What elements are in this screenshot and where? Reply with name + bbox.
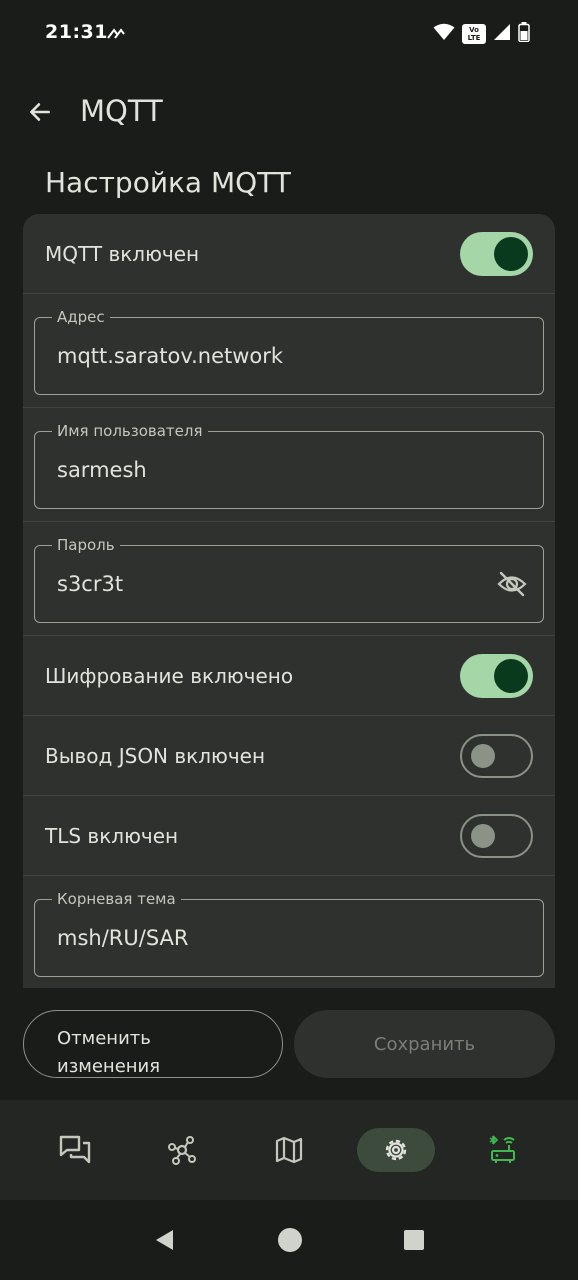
system-home-icon[interactable] bbox=[277, 1227, 303, 1253]
cancel-button[interactable]: Отменить изменения bbox=[23, 1010, 283, 1078]
messages-icon bbox=[60, 1135, 91, 1164]
mqtt-enabled-switch[interactable] bbox=[460, 231, 533, 276]
tls-switch[interactable] bbox=[460, 813, 533, 858]
visibility-off-icon[interactable] bbox=[497, 570, 527, 602]
root-topic-label: Корневая тема bbox=[52, 890, 181, 908]
settings-card: MQTT включен Адрес mqtt.saratov.network … bbox=[23, 214, 555, 988]
json-output-switch[interactable] bbox=[460, 733, 533, 778]
back-button[interactable] bbox=[20, 92, 60, 132]
root-topic-row: Корневая тема msh/RU/SAR bbox=[23, 876, 555, 988]
connection-icon bbox=[489, 1135, 515, 1163]
encryption-switch[interactable] bbox=[460, 653, 533, 698]
username-label: Имя пользователя bbox=[52, 422, 208, 440]
battery-icon bbox=[518, 22, 530, 46]
app-bar: MQTT bbox=[0, 80, 578, 144]
save-button-label: Сохранить bbox=[373, 1033, 476, 1055]
nav-connection[interactable] bbox=[464, 1128, 542, 1172]
tls-row[interactable]: TLS включен bbox=[23, 796, 555, 876]
username-value[interactable]: sarmesh bbox=[57, 458, 147, 482]
address-row: Адрес mqtt.saratov.network bbox=[23, 294, 555, 408]
save-button[interactable]: Сохранить bbox=[294, 1010, 555, 1078]
password-label: Пароль bbox=[52, 536, 120, 554]
arrow-back-icon bbox=[30, 103, 50, 121]
username-row: Имя пользователя sarmesh bbox=[23, 408, 555, 522]
status-bar: 21:31 Vo LTE bbox=[0, 0, 578, 66]
system-recents-icon[interactable] bbox=[403, 1229, 425, 1251]
nav-settings[interactable] bbox=[356, 1128, 435, 1172]
password-row: Пароль s3cr3t bbox=[23, 522, 555, 636]
nodes-icon bbox=[168, 1136, 197, 1165]
map-icon bbox=[275, 1136, 303, 1164]
nav-map[interactable] bbox=[250, 1128, 328, 1172]
password-field[interactable]: Пароль s3cr3t bbox=[34, 536, 544, 623]
password-value[interactable]: s3cr3t bbox=[57, 572, 123, 596]
signal-arrows-icon bbox=[106, 25, 126, 44]
cell-signal-icon bbox=[493, 23, 511, 45]
settings-icon bbox=[385, 1139, 406, 1161]
page-title: MQTT bbox=[80, 94, 163, 128]
address-field[interactable]: Адрес mqtt.saratov.network bbox=[34, 308, 544, 395]
system-back-icon[interactable] bbox=[153, 1228, 177, 1252]
wifi-icon bbox=[433, 23, 455, 45]
mqtt-enabled-row[interactable]: MQTT включен bbox=[23, 214, 555, 294]
root-topic-value[interactable]: msh/RU/SAR bbox=[57, 926, 189, 950]
volte-icon: Vo LTE bbox=[462, 24, 486, 44]
nav-nodes[interactable] bbox=[143, 1128, 221, 1172]
address-label: Адрес bbox=[52, 308, 110, 326]
status-time: 21:31 bbox=[45, 21, 108, 43]
json-output-row[interactable]: Вывод JSON включен bbox=[23, 716, 555, 796]
root-topic-field[interactable]: Корневая тема msh/RU/SAR bbox=[34, 890, 544, 977]
nav-messages[interactable] bbox=[36, 1128, 114, 1172]
address-value[interactable]: mqtt.saratov.network bbox=[57, 344, 283, 368]
section-title: Настройка MQTT bbox=[45, 166, 291, 199]
username-field[interactable]: Имя пользователя sarmesh bbox=[34, 422, 544, 509]
cancel-button-label: Отменить изменения bbox=[57, 1028, 161, 1077]
system-navigation bbox=[0, 1200, 578, 1280]
encryption-row[interactable]: Шифрование включено bbox=[23, 636, 555, 716]
bottom-navigation bbox=[0, 1100, 578, 1200]
